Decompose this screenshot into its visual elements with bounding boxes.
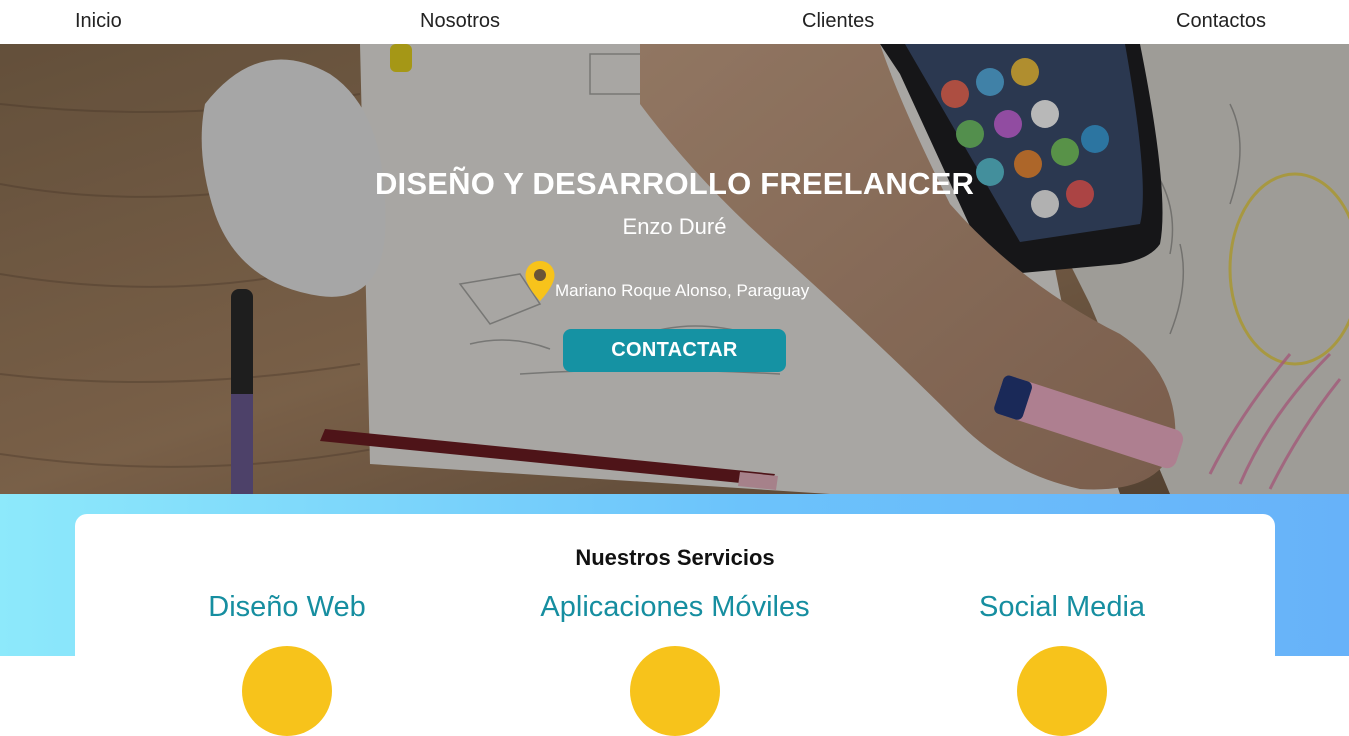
- service-social-media: Social Media: [862, 590, 1262, 736]
- service-title-web-design: Diseño Web: [208, 591, 366, 623]
- service-title-social-media: Social Media: [978, 591, 1146, 623]
- social-media-icon: [1017, 646, 1107, 736]
- location-pin-icon: [525, 261, 555, 301]
- hero-section: DISEÑO Y DESARROLLO FREELANCER Enzo Duré…: [0, 44, 1349, 494]
- service-title-mobile-apps: Aplicaciones Móviles: [540, 591, 810, 623]
- nav-item-inicio[interactable]: Inicio: [75, 9, 122, 33]
- service-web-design: Diseño Web: [87, 590, 487, 736]
- nav-item-nosotros[interactable]: Nosotros: [420, 9, 500, 33]
- location-text: Mariano Roque Alonso, Paraguay: [555, 281, 810, 300]
- web-design-icon: [242, 646, 332, 736]
- mobile-apps-icon: [630, 646, 720, 736]
- top-navigation: Inicio Nosotros Clientes Contactos: [0, 0, 1349, 44]
- nav-item-clientes[interactable]: Clientes: [802, 9, 874, 33]
- services-card: Nuestros Servicios Diseño Web Aplicacion…: [75, 514, 1275, 736]
- hero-title: DISEÑO Y DESARROLLO FREELANCER: [374, 166, 975, 201]
- service-mobile-apps: Aplicaciones Móviles: [475, 590, 875, 736]
- location: Mariano Roque Alonso, Paraguay: [524, 258, 809, 302]
- services-title: Nuestros Servicios: [575, 545, 775, 570]
- hero-name: Enzo Duré: [622, 214, 727, 239]
- contact-button[interactable]: CONTACTAR: [563, 329, 786, 372]
- nav-item-contactos[interactable]: Contactos: [1176, 9, 1266, 33]
